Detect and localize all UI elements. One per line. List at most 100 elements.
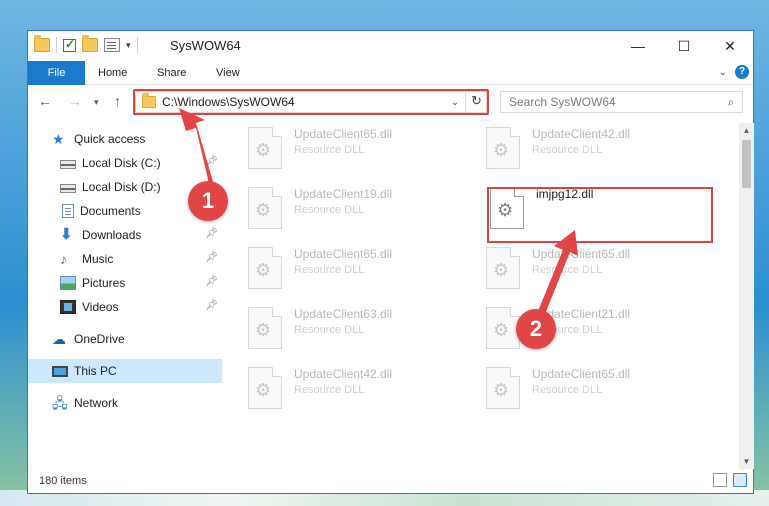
dll-file-icon — [486, 127, 520, 169]
sidebar-item-label: Downloads — [82, 228, 142, 242]
dll-file-icon — [490, 187, 524, 229]
pin-icon: 📌︎ — [205, 252, 218, 263]
sidebar-item-label: Videos — [82, 300, 119, 314]
close-button[interactable]: ✕ — [707, 31, 753, 61]
qat-dropdown-icon[interactable]: ▾ — [126, 40, 131, 51]
file-tile[interactable]: UpdateClient65.dll Resource DLL — [486, 367, 706, 417]
view-buttons — [713, 473, 747, 487]
file-tile[interactable]: UpdateClient42.dll Resource DLL — [248, 367, 468, 417]
file-name: UpdateClient65.dll — [294, 127, 393, 141]
download-icon: ⬇ — [60, 226, 73, 243]
pictures-icon — [60, 276, 76, 290]
help-icon[interactable]: ? — [735, 65, 749, 79]
file-tile[interactable]: UpdateClient65.dll Resource DLL — [486, 247, 706, 297]
minimize-button[interactable]: — — [615, 31, 661, 61]
pin-icon: 📌︎ — [205, 156, 218, 167]
tab-view[interactable]: View — [216, 61, 240, 85]
details-view-icon[interactable] — [713, 473, 727, 487]
file-tile[interactable]: UpdateClient19.dll Resource DLL — [248, 187, 468, 237]
disk-icon — [60, 160, 76, 169]
disk-icon — [60, 184, 76, 193]
scroll-up-icon[interactable]: ▲ — [739, 123, 754, 138]
sidebar-item-onedrive[interactable]: ☁ OneDrive — [28, 327, 222, 351]
address-path[interactable]: C:\Windows\SysWOW64 — [162, 95, 446, 109]
expand-ribbon-icon[interactable]: ⌄ — [719, 67, 727, 78]
search-input[interactable] — [509, 95, 720, 109]
documents-icon — [62, 204, 74, 218]
large-icons-view-icon[interactable] — [733, 473, 747, 487]
file-tile[interactable]: UpdateClient42.dll Resource DLL — [486, 127, 706, 177]
dll-file-icon — [486, 367, 520, 409]
sidebar-item-network[interactable]: 🖧︎ Network — [28, 391, 222, 415]
recent-locations-icon[interactable]: ▾ — [94, 97, 99, 108]
maximize-button[interactable]: ☐ — [661, 31, 707, 61]
tab-home[interactable]: Home — [98, 61, 127, 85]
quick-access-toolbar: ▾ — [34, 35, 138, 53]
title-bar: ▾ SysWOW64 — ☐ ✕ — [28, 31, 753, 61]
properties-check-icon[interactable] — [63, 37, 76, 52]
window-title: SysWOW64 — [170, 38, 241, 53]
scroll-down-icon[interactable]: ▼ — [739, 454, 754, 469]
dll-file-icon — [486, 247, 520, 289]
pin-icon: 📌︎ — [205, 300, 218, 311]
ribbon-right-controls: ⌄ ? — [719, 65, 749, 79]
sidebar-item-music[interactable]: ♪ Music 📌︎ — [28, 247, 222, 271]
sidebar-item-label: This PC — [74, 364, 117, 378]
sidebar-item-this-pc[interactable]: This PC — [28, 359, 222, 383]
sidebar-item-label: OneDrive — [74, 332, 125, 346]
file-name: UpdateClient65.dll — [294, 247, 393, 261]
dll-file-icon — [248, 187, 282, 229]
search-box[interactable]: ⌕ — [500, 91, 743, 113]
sidebar-item-label: Quick access — [74, 132, 146, 146]
folder-icon — [142, 93, 156, 108]
vertical-scrollbar[interactable]: ▲ ▼ — [739, 123, 754, 469]
file-tile[interactable]: UpdateClient65.dll Resource DLL — [248, 247, 468, 297]
star-icon: ★ — [52, 131, 65, 147]
file-name: UpdateClient63.dll — [294, 307, 393, 321]
sidebar-item-label: Network — [74, 396, 119, 410]
refresh-button[interactable]: ↻ — [465, 91, 487, 113]
file-tile-imjpg12[interactable]: imjpg12.dll — [490, 187, 710, 237]
file-name: UpdateClient19.dll — [294, 187, 393, 201]
file-type: Resource DLL — [294, 384, 365, 396]
file-type: Resource DLL — [532, 384, 603, 396]
music-icon: ♪ — [60, 251, 67, 267]
search-icon[interactable]: ⌕ — [720, 95, 742, 110]
item-count: 180 items — [39, 475, 87, 487]
sidebar-item-quick-access[interactable]: ★ Quick access — [28, 127, 222, 151]
file-tile[interactable]: UpdateClient65.dll Resource DLL — [248, 127, 468, 177]
folder-icon — [34, 35, 50, 52]
pin-icon: 📌︎ — [205, 276, 218, 287]
dll-file-icon — [248, 367, 282, 409]
pc-icon — [52, 365, 68, 377]
explorer-window: ▾ SysWOW64 — ☐ ✕ File Home Share View ⌄ … — [27, 30, 754, 494]
sidebar-item-downloads[interactable]: ⬇ Downloads 📌︎ — [28, 223, 222, 247]
file-type: Resource DLL — [294, 144, 365, 156]
divider — [56, 37, 57, 53]
scrollbar-thumb[interactable] — [742, 140, 751, 188]
back-icon[interactable]: ← — [38, 93, 52, 109]
tab-share[interactable]: Share — [157, 61, 186, 85]
forward-icon[interactable]: → — [68, 93, 82, 109]
file-type: Resource DLL — [532, 144, 603, 156]
dll-file-icon — [486, 307, 520, 349]
address-dropdown-icon[interactable]: ⌄ — [446, 97, 464, 108]
up-icon[interactable]: ↑ — [114, 93, 121, 109]
sidebar-item-videos[interactable]: Videos 📌︎ — [28, 295, 222, 319]
properties-icon[interactable] — [104, 38, 120, 52]
new-folder-icon[interactable] — [82, 35, 98, 52]
address-bar[interactable]: C:\Windows\SysWOW64 ⌄ — [135, 91, 487, 113]
divider — [136, 37, 138, 53]
status-bar: 180 items — [28, 469, 753, 493]
sidebar-item-label: Local Disk (C:) — [82, 156, 161, 170]
sidebar-item-label: Music — [82, 252, 114, 266]
sidebar-item-label: Documents — [80, 204, 141, 218]
videos-icon — [60, 300, 76, 314]
network-icon: 🖧︎ — [52, 395, 68, 411]
sidebar-item-pictures[interactable]: Pictures 📌︎ — [28, 271, 222, 295]
sidebar-item-local-disk-c[interactable]: Local Disk (C:) 📌︎ — [28, 151, 222, 175]
tab-file[interactable]: File — [28, 61, 85, 85]
file-tile[interactable]: UpdateClient63.dll Resource DLL — [248, 307, 468, 357]
dll-file-icon — [248, 247, 282, 289]
dll-file-icon — [248, 307, 282, 349]
